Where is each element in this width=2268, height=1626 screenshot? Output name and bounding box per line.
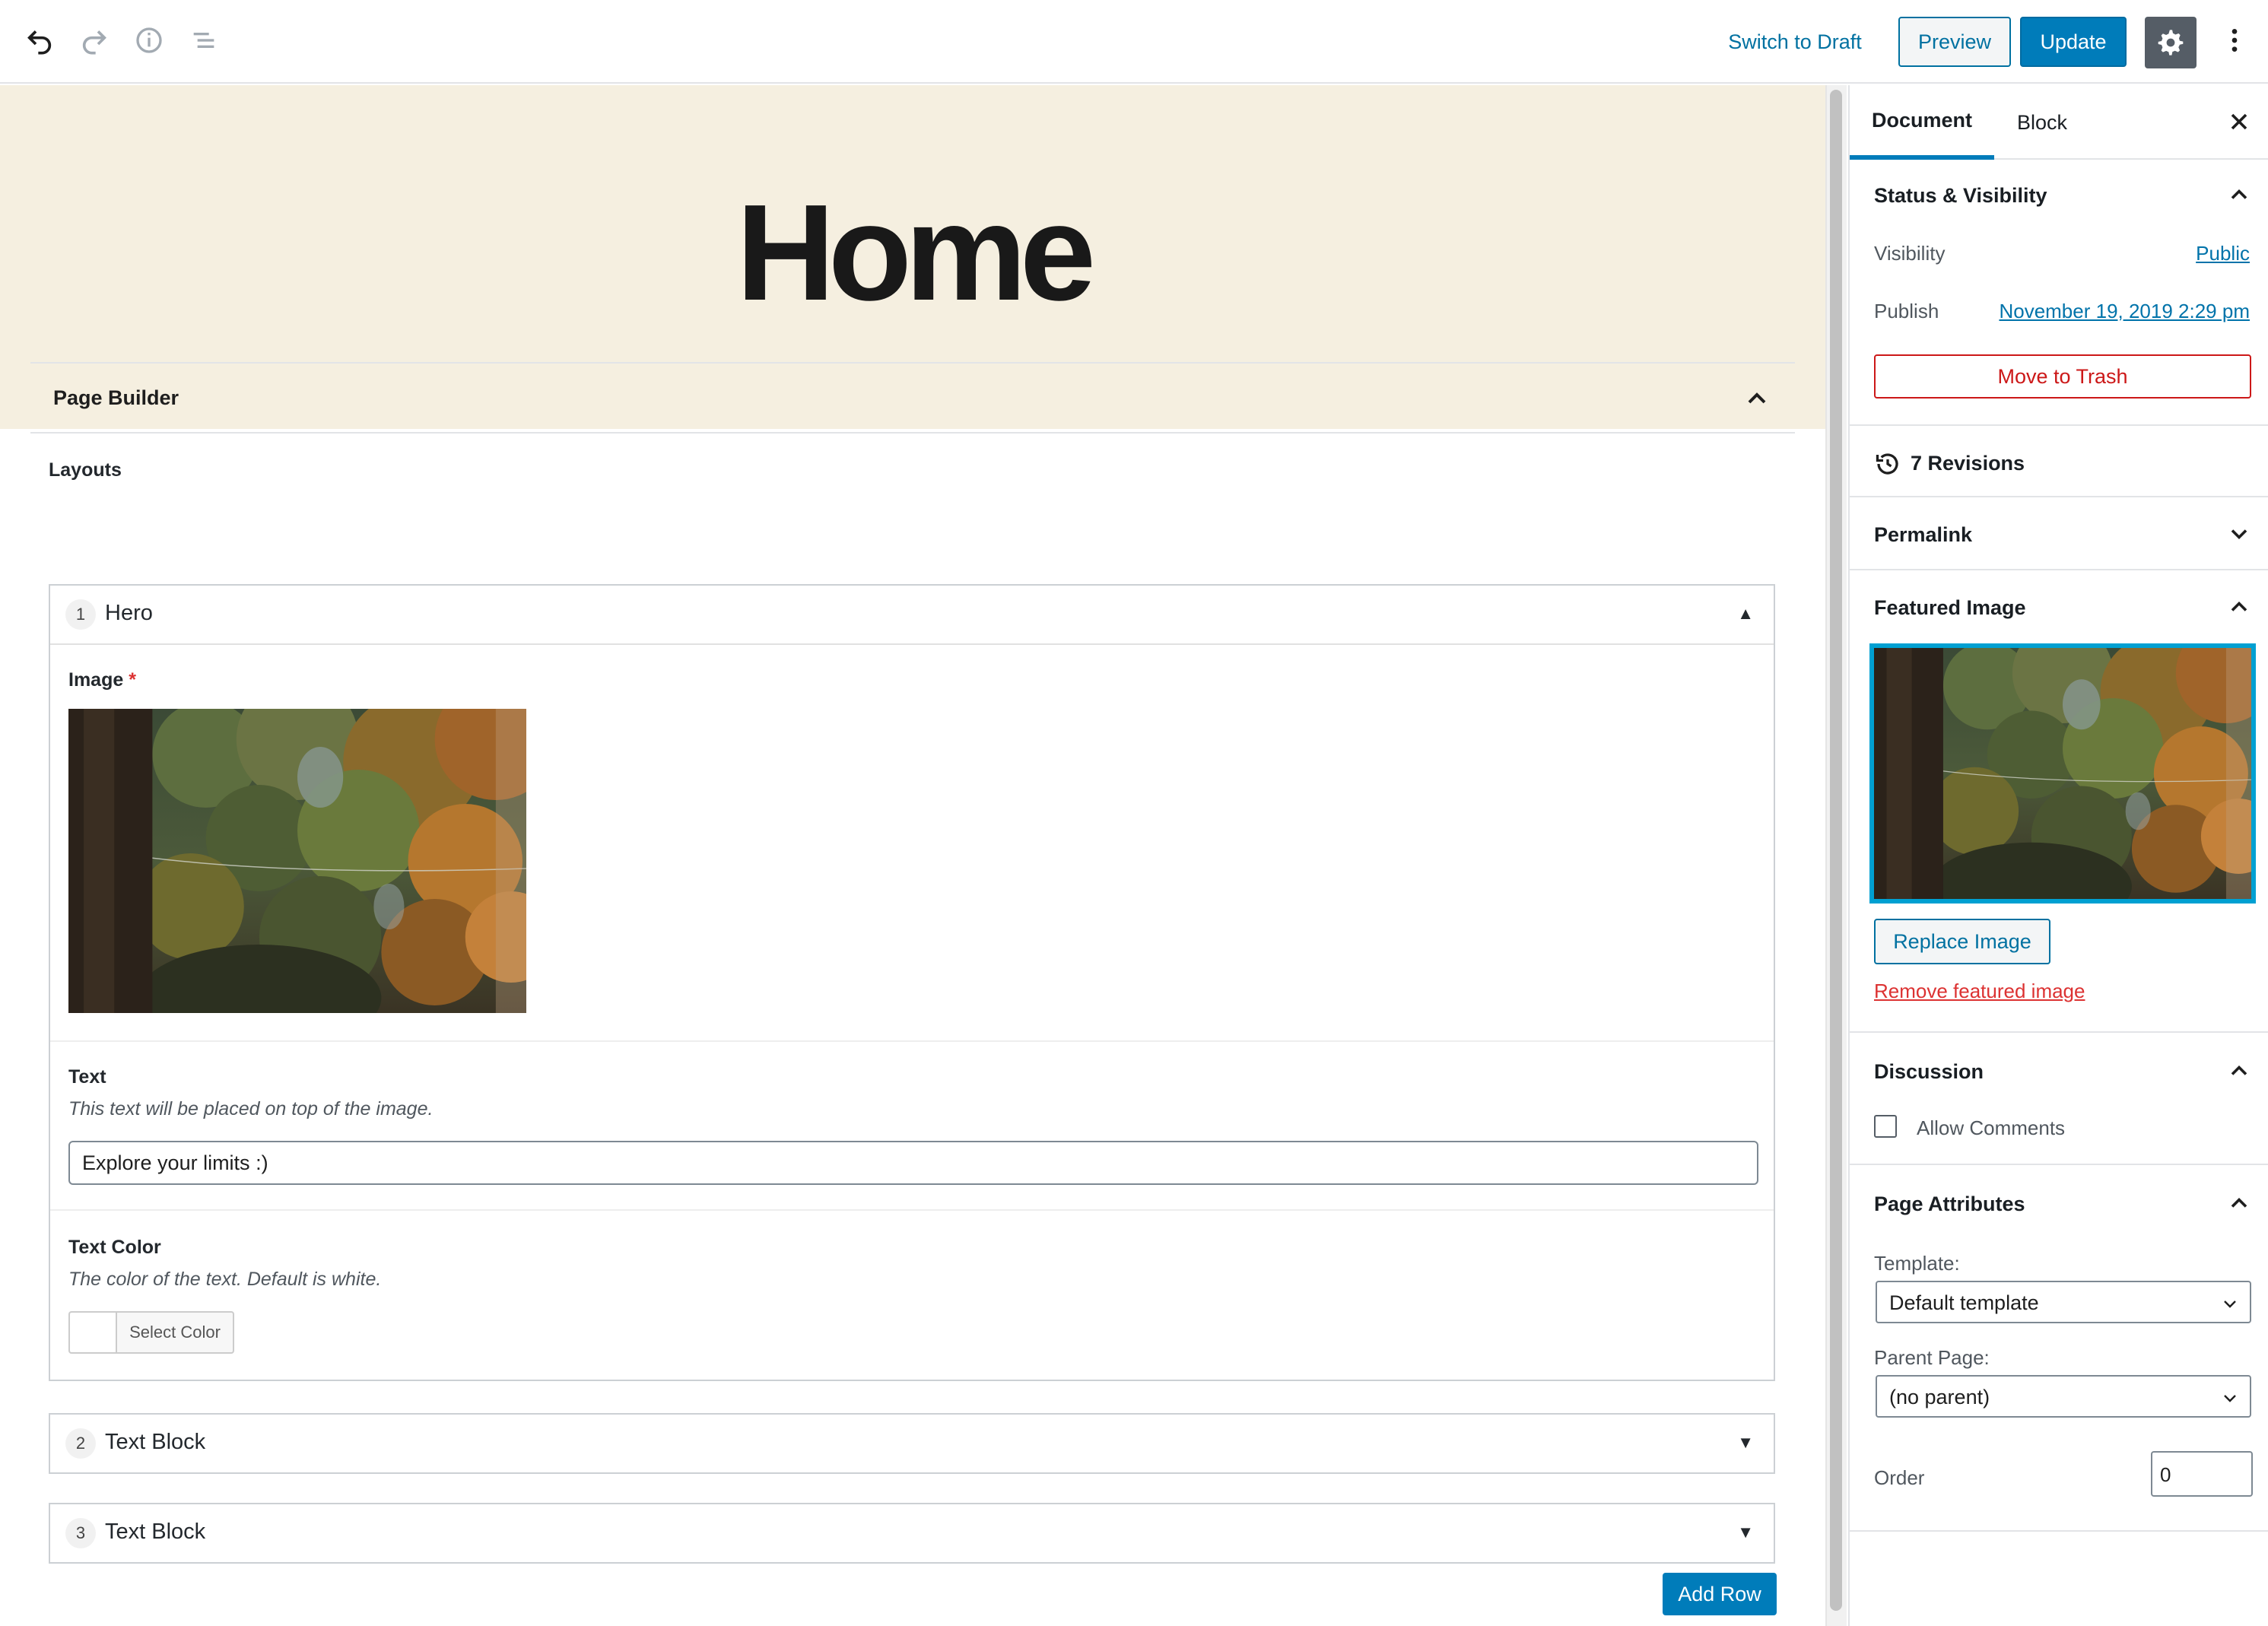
more-vertical-icon[interactable] [2213, 19, 2256, 62]
chevron-up-icon[interactable] [2225, 1189, 2253, 1217]
panel-title[interactable]: Status & Visibility [1874, 184, 2047, 208]
parent-page-select-value: (no parent) [1889, 1386, 1990, 1408]
sidebar-tabs: Document Block [1850, 85, 2268, 160]
move-to-trash-button[interactable]: Move to Trash [1874, 354, 2251, 399]
revisions-link[interactable]: 7 Revisions [1911, 452, 2025, 475]
page-title[interactable]: Home [736, 174, 1096, 332]
status-visibility-panel: Status & Visibility Visibility Public Pu… [1850, 161, 2268, 426]
chevron-down-icon[interactable] [2225, 520, 2253, 548]
chevron-down-icon [2221, 1389, 2239, 1407]
collapse-toggle-icon[interactable]: ▲ [1737, 604, 1754, 624]
settings-sidebar: Document Block Status & Visibility Visib… [1848, 85, 2268, 1626]
publish-date-link[interactable]: November 19, 2019 2:29 pm [1999, 300, 2250, 323]
tab-block[interactable]: Block [1994, 85, 2090, 160]
layout-name: Text Block [105, 1430, 206, 1454]
text-field-description: This text will be placed on top of the i… [68, 1098, 434, 1119]
layout-number: 1 [65, 599, 96, 630]
add-row-button[interactable]: Add Row [1663, 1573, 1777, 1615]
layout-text-block[interactable]: 2 Text Block ▼ [49, 1413, 1775, 1474]
redo-icon[interactable] [73, 19, 116, 62]
replace-image-button[interactable]: Replace Image [1874, 919, 2050, 964]
layout-number: 3 [65, 1518, 96, 1548]
parent-page-select[interactable]: (no parent) [1876, 1375, 2251, 1418]
image-field: Image * [50, 645, 1774, 1042]
text-color-field: Text Color The color of the text. Defaul… [50, 1211, 1774, 1381]
discussion-panel: Discussion Allow Comments [1850, 1034, 2268, 1165]
layout-name: Hero [105, 601, 153, 625]
text-color-description: The color of the text. Default is white. [68, 1269, 382, 1290]
visibility-link[interactable]: Public [2196, 242, 2250, 265]
parent-page-label: Parent Page: [1874, 1346, 1990, 1369]
settings-button[interactable] [2145, 17, 2197, 68]
chevron-down-icon [2221, 1294, 2239, 1313]
order-label: Order [1874, 1466, 1925, 1489]
layouts-label: Layouts [49, 459, 122, 481]
layout-fields: Image * Text This text will be placed on… [50, 643, 1774, 1381]
visibility-label: Visibility [1874, 242, 1946, 265]
layout-header[interactable]: 3 Text Block ▼ [50, 1504, 1774, 1562]
tab-document[interactable]: Document [1850, 85, 1994, 160]
layout-text-block[interactable]: 3 Text Block ▼ [49, 1503, 1775, 1564]
publish-label: Publish [1874, 300, 1939, 322]
featured-image-preview[interactable] [1869, 643, 2256, 904]
text-field-label: Text [68, 1066, 106, 1088]
close-icon[interactable] [2225, 108, 2253, 135]
permalink-panel[interactable]: Permalink [1850, 499, 2268, 570]
revisions-panel[interactable]: 7 Revisions [1850, 427, 2268, 497]
history-icon [1874, 450, 1901, 478]
switch-to-draft-button[interactable]: Switch to Draft [1704, 17, 1886, 67]
panel-title[interactable]: Page Attributes [1874, 1193, 2025, 1216]
editor-scrollbar-thumb[interactable] [1830, 90, 1842, 1611]
template-select-value: Default template [1889, 1291, 2039, 1314]
chevron-up-icon[interactable] [2225, 1057, 2253, 1085]
chevron-up-icon[interactable] [2225, 593, 2253, 621]
layout-number: 2 [65, 1428, 96, 1459]
list-outline-icon[interactable] [183, 19, 225, 62]
panel-title[interactable]: Featured Image [1874, 596, 2026, 620]
order-input[interactable]: 0 [2151, 1451, 2253, 1497]
allow-comments-checkbox[interactable] [1874, 1115, 1897, 1138]
layout-header[interactable]: 2 Text Block ▼ [50, 1415, 1774, 1472]
template-label: Template: [1874, 1252, 1960, 1275]
template-select[interactable]: Default template [1876, 1281, 2251, 1323]
image-label-text: Image [68, 669, 124, 691]
expand-toggle-icon[interactable]: ▼ [1737, 1523, 1754, 1542]
allow-comments-label[interactable]: Allow Comments [1917, 1116, 2065, 1140]
page-builder-header[interactable]: Page Builder [30, 362, 1795, 433]
panel-title[interactable]: Discussion [1874, 1060, 1984, 1084]
layout-hero: 1 Hero ▲ Image * Text This text will be … [49, 584, 1775, 1381]
chevron-up-icon[interactable] [2225, 181, 2253, 208]
page-builder-title: Page Builder [53, 386, 179, 409]
expand-toggle-icon[interactable]: ▼ [1737, 1433, 1754, 1453]
select-color-button[interactable]: Select Color [68, 1311, 234, 1354]
undo-icon[interactable] [18, 19, 61, 62]
editor-toolbar: Switch to Draft Preview Update [0, 0, 2268, 84]
panel-title[interactable]: Permalink [1874, 523, 1972, 547]
text-color-label: Text Color [68, 1237, 161, 1258]
remove-featured-image-link[interactable]: Remove featured image [1874, 980, 2085, 1003]
text-field: Text This text will be placed on top of … [50, 1042, 1774, 1211]
gear-icon [2158, 30, 2184, 56]
hero-image-thumbnail[interactable] [68, 709, 526, 1013]
info-icon[interactable] [128, 19, 170, 62]
select-color-label: Select Color [129, 1323, 221, 1342]
hero-text-input[interactable]: Explore your limits :) [68, 1141, 1758, 1185]
update-button[interactable]: Update [2020, 17, 2127, 67]
color-swatch [70, 1313, 117, 1352]
required-mark: * [129, 669, 136, 691]
page-attributes-panel: Page Attributes Template: Default templa… [1850, 1167, 2268, 1532]
chevron-up-icon[interactable] [1742, 383, 1772, 414]
image-field-label: Image * [68, 669, 136, 691]
layout-name: Text Block [105, 1520, 206, 1544]
preview-button[interactable]: Preview [1898, 17, 2011, 67]
layout-header[interactable]: 1 Hero ▲ [50, 586, 1774, 643]
